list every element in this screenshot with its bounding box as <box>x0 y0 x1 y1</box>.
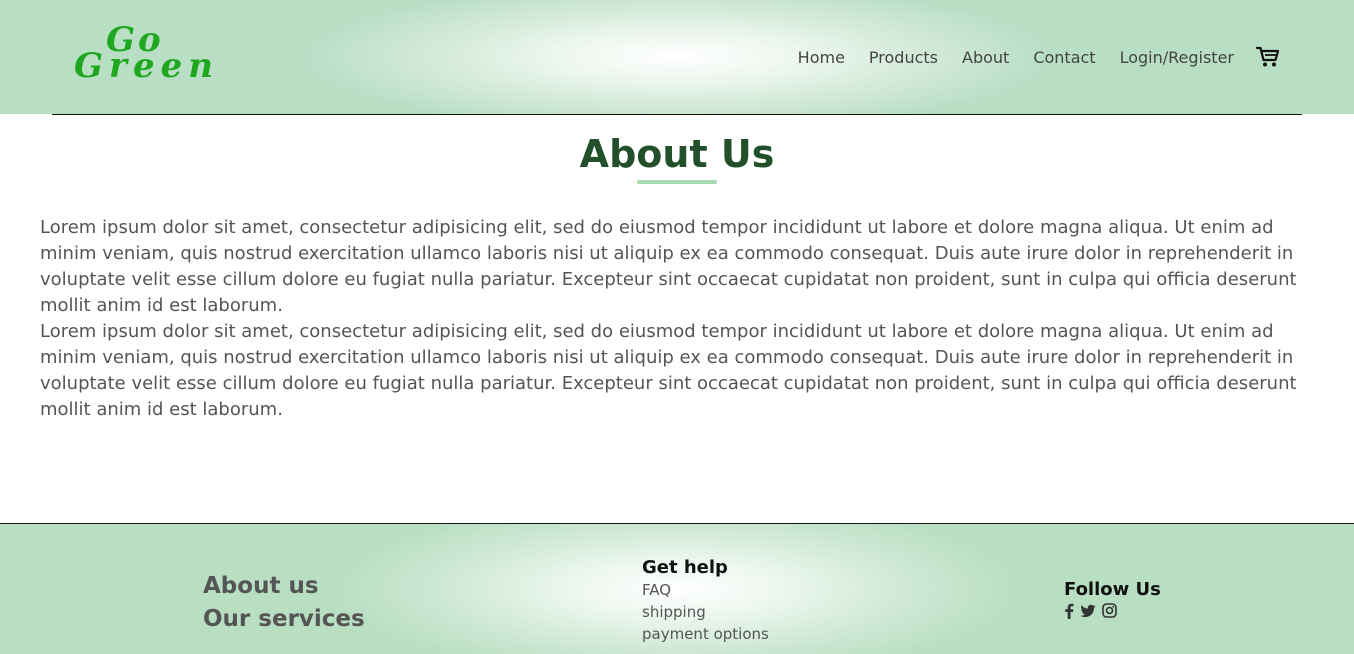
help-link-payment-options[interactable]: payment options <box>642 623 769 645</box>
help-link-faq[interactable]: FAQ <box>642 579 769 601</box>
footer-link-about-us[interactable]: About us <box>203 570 365 603</box>
cart-icon[interactable] <box>1256 46 1280 68</box>
title-underline <box>637 180 717 184</box>
help-link-shipping[interactable]: shipping <box>642 601 769 623</box>
nav-about[interactable]: About <box>962 48 1009 67</box>
about-paragraph-2: Lorem ipsum dolor sit amet, consectetur … <box>40 321 1297 420</box>
footer-links: About us Our services <box>203 570 365 636</box>
nav-login-register[interactable]: Login/Register <box>1120 48 1234 67</box>
site-header: Go Green Home Products About Contact Log… <box>0 0 1354 114</box>
logo-line-2: Green <box>74 46 219 86</box>
nav-contact[interactable]: Contact <box>1033 48 1095 67</box>
main-nav: Home Products About Contact Login/Regist… <box>774 46 1280 68</box>
twitter-icon[interactable] <box>1080 603 1096 619</box>
nav-products[interactable]: Products <box>869 48 938 67</box>
footer-link-our-services[interactable]: Our services <box>203 603 365 636</box>
nav-home[interactable]: Home <box>798 48 845 67</box>
social-links <box>1064 603 1161 619</box>
help-heading: Get help <box>642 557 728 578</box>
facebook-icon[interactable] <box>1064 603 1074 619</box>
header-divider <box>52 114 1302 115</box>
about-content: Lorem ipsum dolor sit amet, consectetur … <box>40 215 1310 423</box>
logo[interactable]: Go Green <box>72 20 213 90</box>
page-title: About Us <box>579 132 775 176</box>
about-paragraph-1: Lorem ipsum dolor sit amet, consectetur … <box>40 217 1297 316</box>
site-footer: About us Our services Get help FAQ shipp… <box>0 523 1354 654</box>
instagram-icon[interactable] <box>1102 603 1117 618</box>
footer-social: Follow Us <box>1064 579 1161 619</box>
follow-heading: Follow Us <box>1064 579 1161 600</box>
footer-help: Get help FAQ shipping payment options <box>642 557 769 645</box>
